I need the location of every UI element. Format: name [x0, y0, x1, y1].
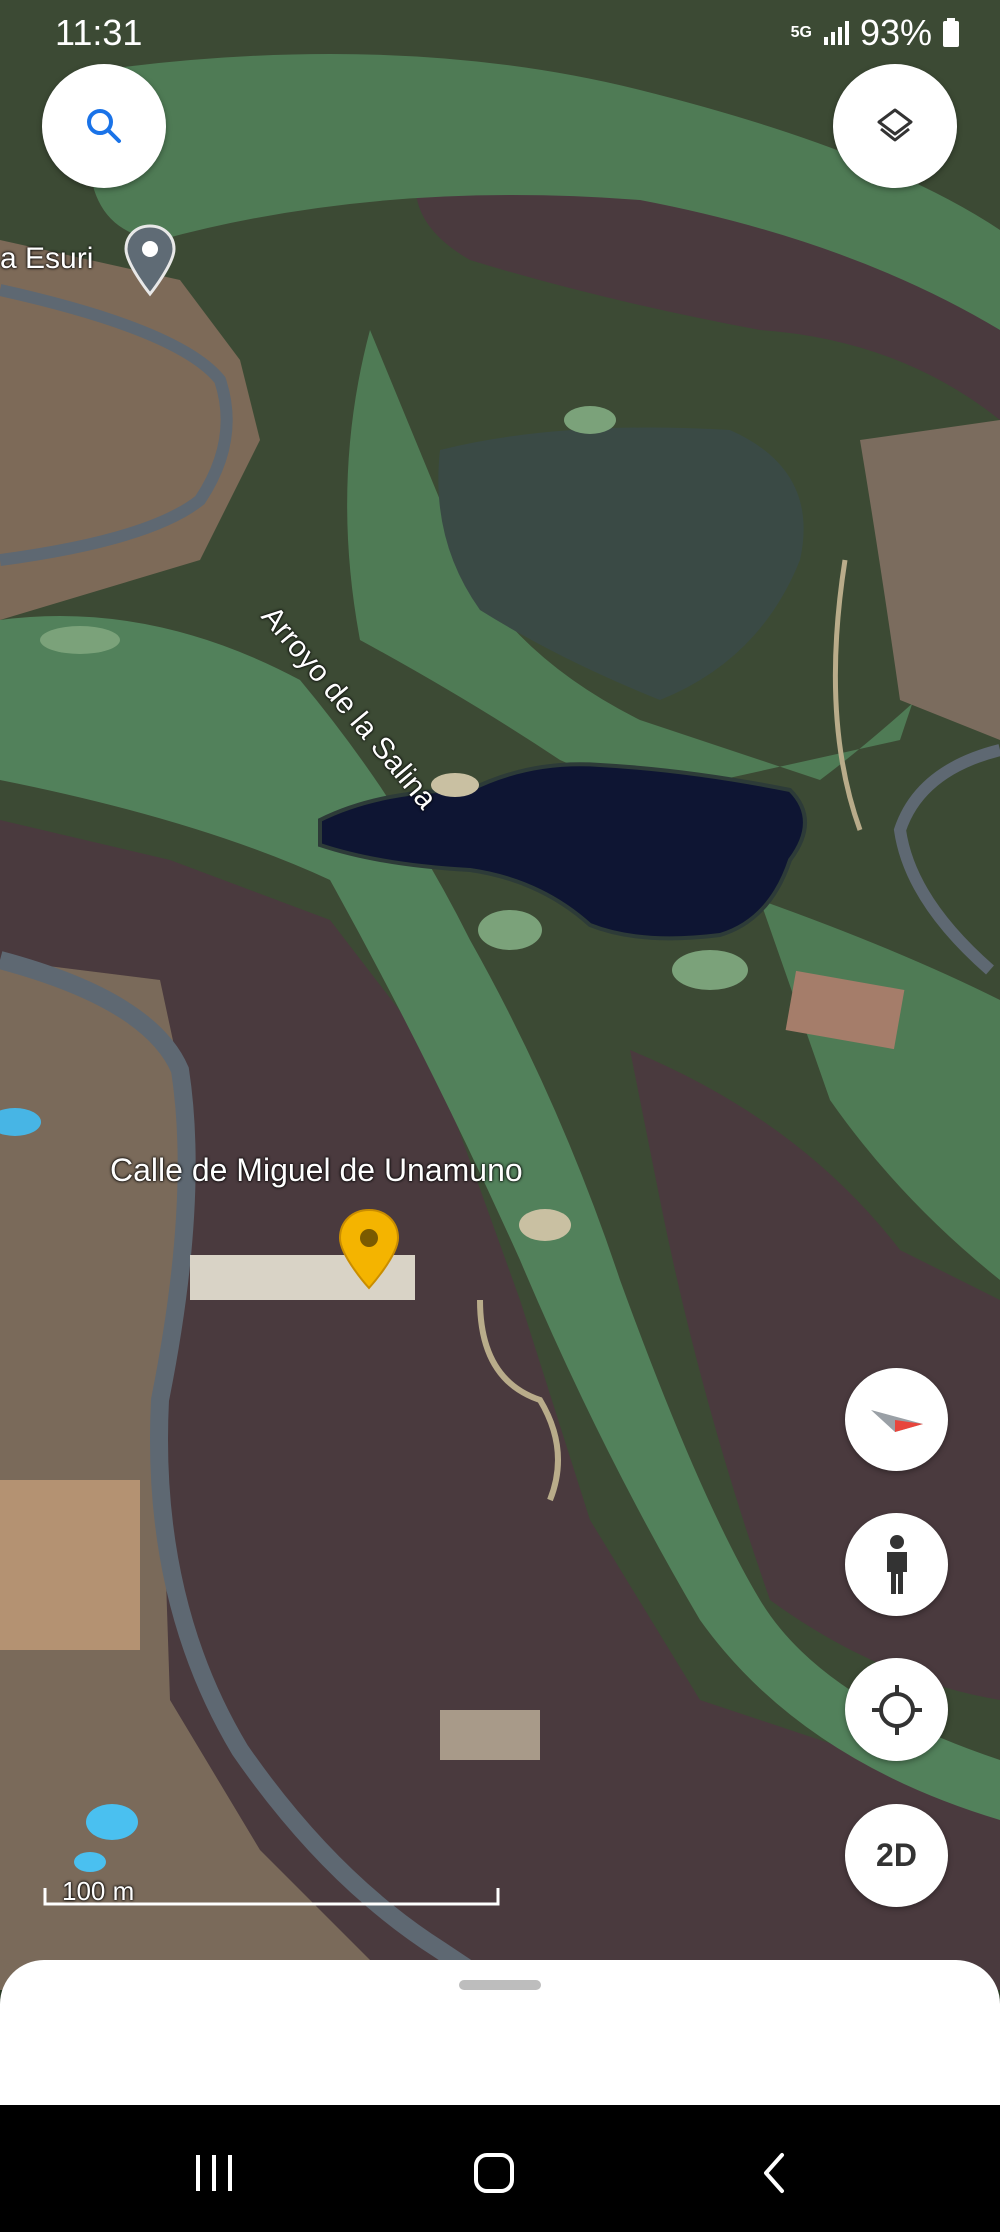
green	[478, 910, 542, 950]
my-location-icon	[871, 1684, 922, 1735]
green	[564, 406, 616, 434]
location-marker-icon[interactable]	[337, 1208, 401, 1292]
system-nav-bar	[0, 2105, 1000, 2232]
bunker	[519, 1209, 571, 1241]
compass-icon	[870, 1409, 923, 1432]
my-location-button[interactable]	[845, 1658, 948, 1761]
building	[440, 1710, 540, 1760]
layers-button[interactable]	[833, 64, 957, 188]
home-icon[interactable]	[472, 2151, 516, 2195]
building	[0, 1480, 140, 1650]
status-time: 11:31	[55, 12, 143, 53]
pool	[74, 1852, 106, 1872]
scale-label: 100 m	[62, 1876, 135, 1906]
view-mode-toggle[interactable]: 2D	[845, 1804, 948, 1907]
bottom-sheet[interactable]	[0, 1960, 1000, 2105]
back-icon[interactable]	[758, 2151, 790, 2195]
pool	[86, 1804, 138, 1840]
status-bar: 11:31 5G 93%	[0, 0, 1000, 70]
green	[40, 626, 120, 654]
place-pin-icon[interactable]	[120, 222, 180, 302]
search-button[interactable]	[42, 64, 166, 188]
battery-percent: 93%	[859, 12, 932, 53]
drag-handle[interactable]	[459, 1980, 541, 1990]
compass-button[interactable]	[845, 1368, 948, 1471]
search-icon	[87, 109, 121, 143]
recent-apps-icon[interactable]	[192, 2153, 236, 2193]
pegman-icon	[886, 1534, 907, 1594]
layers-icon	[877, 108, 913, 142]
network-type: 5G	[790, 24, 812, 41]
green	[672, 950, 748, 990]
street-view-button[interactable]	[845, 1513, 948, 1616]
battery-icon	[943, 18, 959, 47]
signal-icon	[823, 21, 849, 45]
place-label[interactable]: a Esuri	[0, 242, 93, 276]
street-label: Calle de Miguel de Unamuno	[110, 1152, 523, 1188]
